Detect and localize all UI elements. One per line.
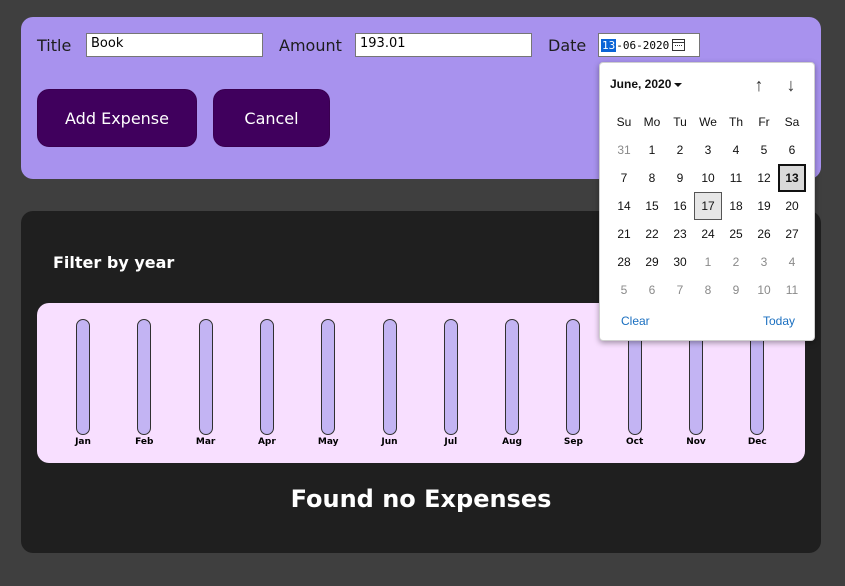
amount-label: Amount xyxy=(279,36,342,55)
day-cell[interactable]: 18 xyxy=(722,192,750,220)
day-cell[interactable]: 23 xyxy=(666,220,694,248)
empty-message: Found no Expenses xyxy=(290,485,552,513)
day-cell[interactable]: 16 xyxy=(666,192,694,220)
day-cell[interactable]: 1 xyxy=(638,136,666,164)
day-cell[interactable]: 4 xyxy=(722,136,750,164)
day-cell[interactable]: 5 xyxy=(610,276,638,304)
clear-button[interactable]: Clear xyxy=(621,314,650,328)
day-cell[interactable]: 4 xyxy=(778,248,806,276)
day-cell[interactable]: 3 xyxy=(750,248,778,276)
day-cell[interactable]: 12 xyxy=(750,164,778,192)
chart-bar-label: Feb xyxy=(135,437,154,447)
amount-input[interactable]: 193.01 xyxy=(355,33,532,57)
chart-bar-label: May xyxy=(317,437,339,447)
add-expense-button[interactable]: Add Expense xyxy=(37,89,197,147)
today-button[interactable]: Today xyxy=(763,314,795,328)
caret-down-icon xyxy=(674,82,683,87)
date-label: Date xyxy=(548,36,587,55)
weekday-header: Mo xyxy=(643,115,661,129)
day-cell[interactable]: 1 xyxy=(694,248,722,276)
day-cell[interactable]: 6 xyxy=(778,136,806,164)
day-cell[interactable]: 5 xyxy=(750,136,778,164)
day-cell[interactable]: 22 xyxy=(638,220,666,248)
day-cell[interactable]: 8 xyxy=(694,276,722,304)
chart-bar-label: Jul xyxy=(444,437,458,447)
day-cell[interactable]: 19 xyxy=(750,192,778,220)
cancel-button[interactable]: Cancel xyxy=(213,89,330,147)
day-cell[interactable]: 8 xyxy=(638,164,666,192)
date-rest-segment[interactable]: -06-2020 xyxy=(616,39,669,52)
chart-bar-label: Dec xyxy=(747,437,767,447)
chart-bar-label: Aug xyxy=(502,437,522,447)
chart-bar-jul xyxy=(443,319,458,435)
day-cell[interactable]: 3 xyxy=(694,136,722,164)
day-cell[interactable]: 29 xyxy=(638,248,666,276)
title-label: Title xyxy=(37,36,72,55)
day-cell[interactable]: 11 xyxy=(722,164,750,192)
date-input[interactable]: 13 -06-2020 xyxy=(598,33,700,57)
day-cell[interactable]: 28 xyxy=(610,248,638,276)
day-cell[interactable]: 30 xyxy=(666,248,694,276)
date-day-segment[interactable]: 13 xyxy=(601,38,617,52)
chart-bar-label: Jun xyxy=(381,437,398,447)
day-cell[interactable]: 7 xyxy=(610,164,638,192)
day-cell[interactable]: 14 xyxy=(610,192,638,220)
chart-bar-sep xyxy=(566,319,581,435)
chart-bar-mar xyxy=(198,319,213,435)
chart-bar-label: Jan xyxy=(75,437,91,447)
chart-bar-jun xyxy=(382,319,397,435)
day-cell[interactable]: 11 xyxy=(778,276,806,304)
day-cell[interactable]: 15 xyxy=(638,192,666,220)
date-picker-popup: June, 2020 ↑ ↓ Clear Today Su Mo Tu We Th Fr S… xyxy=(599,62,815,341)
chart-bar-jan xyxy=(76,319,90,435)
chart-bar-label: Mar xyxy=(195,437,216,447)
weekday-header: We xyxy=(699,115,717,129)
day-cell[interactable]: 9 xyxy=(666,164,694,192)
day-cell[interactable]: 6 xyxy=(638,276,666,304)
arrow-up-icon[interactable]: ↑ xyxy=(747,73,771,97)
chart-bar-label: Sep xyxy=(563,437,583,447)
day-cell[interactable]: 27 xyxy=(778,220,806,248)
day-cell[interactable]: 31 xyxy=(610,136,638,164)
day-cell[interactable]: 26 xyxy=(750,220,778,248)
weekday-header: Th xyxy=(728,115,743,129)
day-cell[interactable]: 10 xyxy=(750,276,778,304)
day-cell[interactable]: 2 xyxy=(666,136,694,164)
chart-bar-feb xyxy=(137,319,152,435)
day-cell[interactable]: 21 xyxy=(610,220,638,248)
day-cell[interactable]: 10 xyxy=(694,164,722,192)
weekday-header: Sa xyxy=(784,115,800,129)
arrow-down-icon[interactable]: ↓ xyxy=(779,73,803,97)
day-cell-selected[interactable]: 13 xyxy=(778,164,806,192)
day-cell[interactable]: 25 xyxy=(722,220,750,248)
chart-bar-aug xyxy=(505,319,520,435)
month-year-label: June, 2020 xyxy=(610,77,672,91)
day-cell-today[interactable]: 17 xyxy=(694,192,722,220)
chart-bar-label: Apr xyxy=(257,437,276,447)
day-cell[interactable]: 2 xyxy=(722,248,750,276)
calendar-icon[interactable] xyxy=(672,39,686,51)
title-input[interactable]: Book xyxy=(86,33,263,57)
chart-bar-may xyxy=(321,319,336,435)
weekday-header: Su xyxy=(616,115,632,129)
chart-bar-label: Nov xyxy=(686,437,706,447)
weekday-header: Fr xyxy=(758,115,770,129)
day-cell[interactable]: 9 xyxy=(722,276,750,304)
day-cell[interactable]: 20 xyxy=(778,192,806,220)
day-cell[interactable]: 7 xyxy=(666,276,694,304)
day-cell[interactable]: 24 xyxy=(694,220,722,248)
chart-bar-apr xyxy=(259,319,274,435)
month-year-selector[interactable]: June, 2020 xyxy=(610,77,683,91)
chart-bar-label: Oct xyxy=(626,437,644,447)
filter-by-year-label: Filter by year xyxy=(53,253,175,272)
weekday-header: Tu xyxy=(673,115,687,129)
